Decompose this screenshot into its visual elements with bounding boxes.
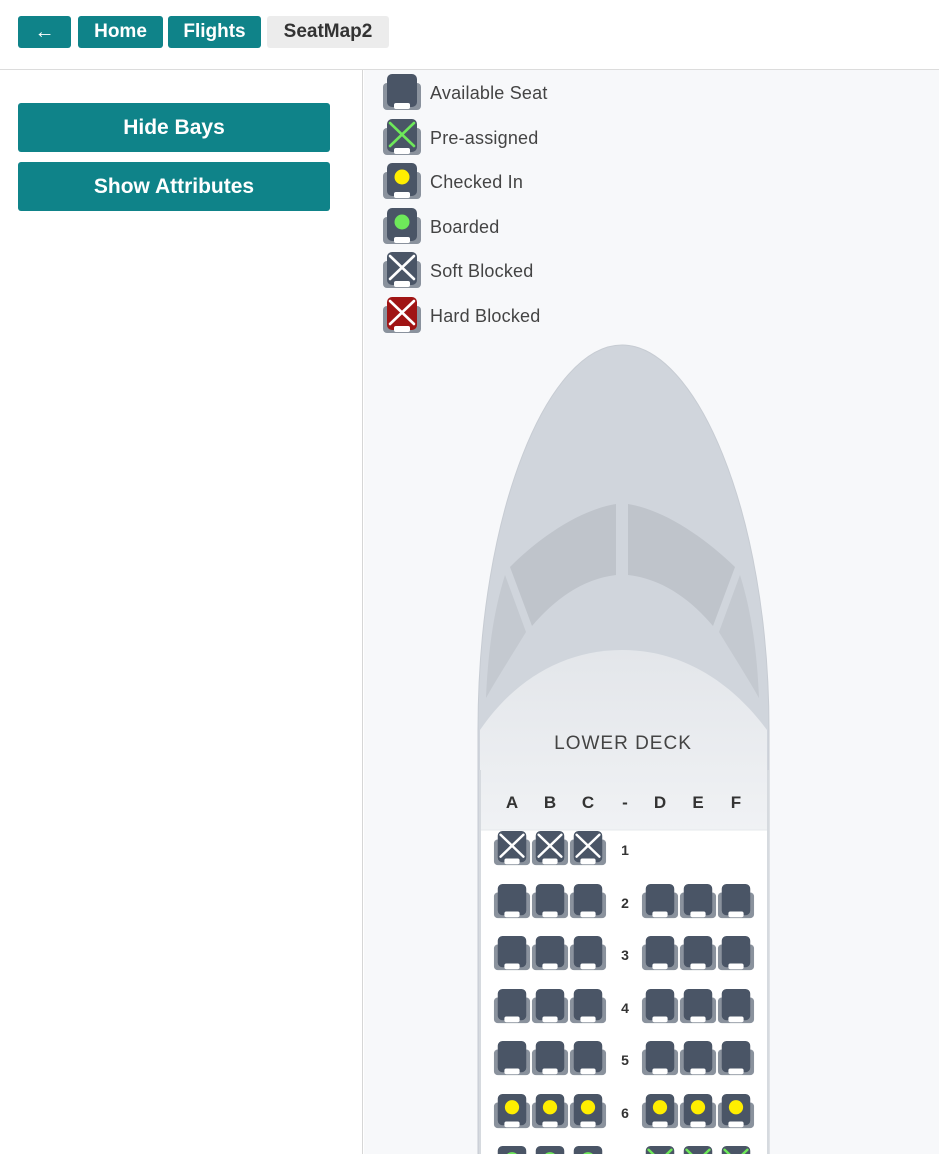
seat-2B[interactable] [531,883,569,926]
seat-5C[interactable] [569,1040,607,1083]
seat-4C[interactable] [569,988,607,1031]
seat-1C[interactable] [569,830,607,873]
seat-2C[interactable] [569,883,607,926]
seat-map-panel: Available Seat Pre-assigned Checked In Boar… [364,70,939,1154]
seat-7D[interactable] [641,1145,679,1154]
seat-1A[interactable] [493,830,531,873]
seat-4E[interactable] [679,988,717,1031]
seat-6F[interactable] [717,1093,755,1136]
row-number: 3 [621,947,629,963]
seat-2E[interactable] [679,883,717,926]
seat-7B[interactable] [531,1145,569,1154]
seat-6D[interactable] [641,1093,679,1136]
seat-3E[interactable] [679,935,717,978]
row-number: 1 [621,842,629,858]
seat-1B[interactable] [531,830,569,873]
seat-7C[interactable] [569,1145,607,1154]
breadcrumb-flights[interactable]: Flights [168,16,261,48]
seat-5A[interactable] [493,1040,531,1083]
seat-3B[interactable] [531,935,569,978]
top-bar: ← Home Flights SeatMap2 [0,0,939,70]
seat-6E[interactable] [679,1093,717,1136]
sidebar: Hide Bays Show Attributes [0,70,363,1154]
seat-5F[interactable] [717,1040,755,1083]
column-header: B [543,793,557,812]
seat-4F[interactable] [717,988,755,1031]
seat-7A[interactable] [493,1145,531,1154]
seat-3A[interactable] [493,935,531,978]
column-header: D [653,793,667,812]
column-header: A [505,793,519,812]
column-header: F [730,793,742,812]
seat-3D[interactable] [641,935,679,978]
seat-4A[interactable] [493,988,531,1031]
row-number: 5 [621,1052,629,1068]
seat-6A[interactable] [493,1093,531,1136]
seat-7F[interactable] [717,1145,755,1154]
seat-5B[interactable] [531,1040,569,1083]
seat-3C[interactable] [569,935,607,978]
seat-6B[interactable] [531,1093,569,1136]
seat-6C[interactable] [569,1093,607,1136]
seat-4B[interactable] [531,988,569,1031]
seat-3F[interactable] [717,935,755,978]
show-attributes-button[interactable]: Show Attributes [18,162,330,211]
column-header: C [581,793,595,812]
row-number: 2 [621,894,629,911]
deck-label: LOWER DECK [554,733,692,754]
seat-2D[interactable] [641,883,679,926]
column-header: - [622,793,628,812]
seat-2A[interactable] [493,883,531,926]
seat-4D[interactable] [641,988,679,1031]
hide-bays-button[interactable]: Hide Bays [18,103,330,152]
column-header: E [692,793,704,812]
back-button[interactable]: ← [18,16,71,48]
breadcrumb-home[interactable]: Home [78,16,163,48]
seat-2F[interactable] [717,883,755,926]
seat-5E[interactable] [679,1040,717,1083]
seat-5D[interactable] [641,1040,679,1083]
row-number: 6 [621,1104,629,1121]
row-number: 4 [621,999,629,1016]
breadcrumb-current: SeatMap2 [267,16,389,48]
seat-7E[interactable] [679,1145,717,1154]
